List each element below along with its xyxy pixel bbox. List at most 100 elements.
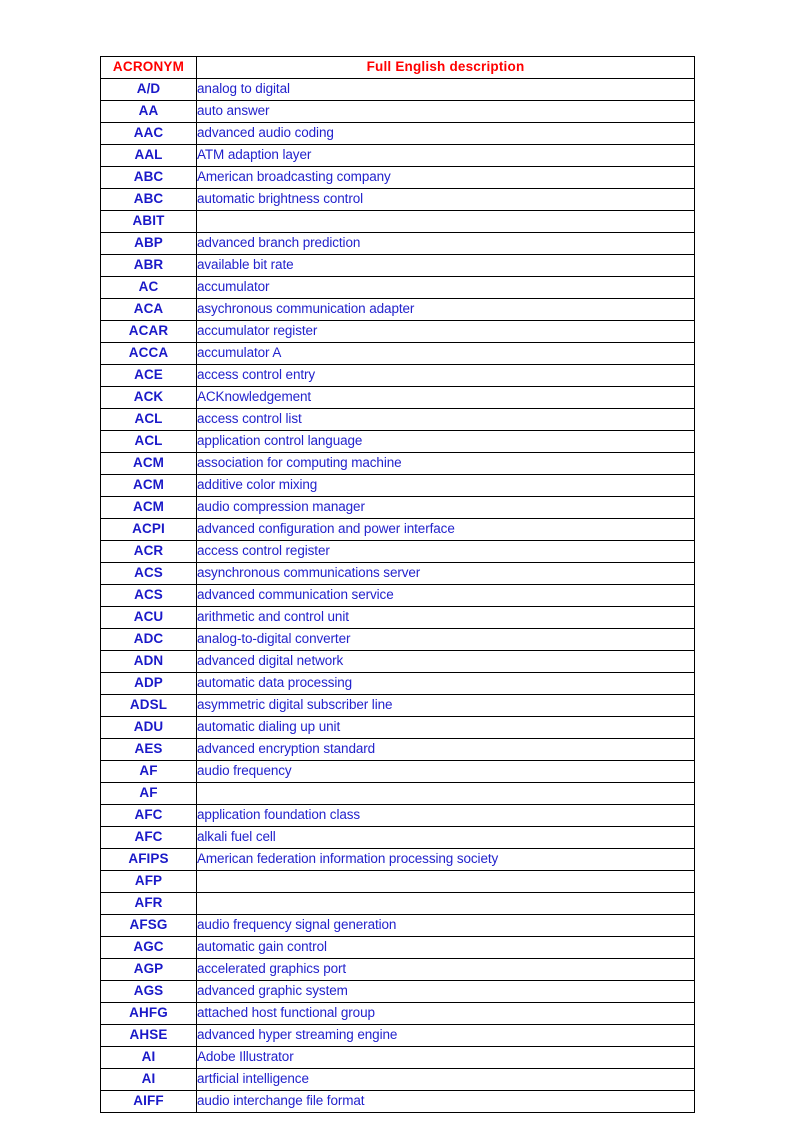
table-row: ACA asychronous communication adapter [100,298,695,321]
cell-description: accumulator [196,276,695,299]
cell-description: automatic brightness control [196,188,695,211]
table-body: A/D analog to digital AA auto answer AAC adva… [100,78,695,1113]
table-row: AC accumulator [100,276,695,299]
cell-acronym: ACM [100,474,197,497]
cell-acronym: AFR [100,892,197,915]
table-row: AFC application foundation class [100,804,695,827]
table-header-row: ACRONYM Full English description [100,56,695,79]
cell-description: advanced branch prediction [196,232,695,255]
cell-acronym: ABIT [100,210,197,233]
cell-description: available bit rate [196,254,695,277]
table-row: ACPI advanced configuration and power int… [100,518,695,541]
cell-acronym: ACK [100,386,197,409]
cell-acronym: AFC [100,826,197,849]
table-row: AFSG audio frequency signal generation [100,914,695,937]
cell-acronym: ABR [100,254,197,277]
table-row: ACU arithmetic and control unit [100,606,695,629]
cell-acronym: ADSL [100,694,197,717]
table-row: AAL ATM adaption layer [100,144,695,167]
cell-acronym: ADP [100,672,197,695]
table-row: ABC automatic brightness control [100,188,695,211]
cell-acronym: ACCA [100,342,197,365]
cell-description: analog-to-digital converter [196,628,695,651]
cell-description: accelerated graphics port [196,958,695,981]
cell-description: analog to digital [196,78,695,101]
table-row: ADP automatic data processing [100,672,695,695]
cell-acronym: AC [100,276,197,299]
cell-acronym: ACR [100,540,197,563]
cell-description: access control register [196,540,695,563]
table-row: ABR available bit rate [100,254,695,277]
table-row: AES advanced encryption standard [100,738,695,761]
cell-acronym: AGS [100,980,197,1003]
table-row: ADC analog-to-digital converter [100,628,695,651]
cell-acronym: ADC [100,628,197,651]
cell-acronym: AGP [100,958,197,981]
cell-acronym: AI [100,1046,197,1069]
cell-description: advanced hyper streaming engine [196,1024,695,1047]
table-row: AGP accelerated graphics port [100,958,695,981]
table-row: ACL application control language [100,430,695,453]
cell-acronym: ADU [100,716,197,739]
cell-acronym: AHSE [100,1024,197,1047]
cell-acronym: ADN [100,650,197,673]
cell-acronym: ACS [100,562,197,585]
table-row: ACR access control register [100,540,695,563]
table-row: AFIPS American federation information pro… [100,848,695,871]
table-row: AFC alkali fuel cell [100,826,695,849]
cell-acronym: A/D [100,78,197,101]
cell-description: American broadcasting company [196,166,695,189]
cell-description: American federation information processi… [196,848,695,871]
cell-acronym: ACAR [100,320,197,343]
cell-description: application foundation class [196,804,695,827]
cell-acronym: ACL [100,408,197,431]
cell-description: alkali fuel cell [196,826,695,849]
column-header-acronym: ACRONYM [100,56,197,79]
table-row: ACS asynchronous communications server [100,562,695,585]
cell-description: audio frequency signal generation [196,914,695,937]
table-row: ADSL asymmetric digital subscriber line [100,694,695,717]
table-row: AHSE advanced hyper streaming engine [100,1024,695,1047]
table-row: ACCA accumulator A [100,342,695,365]
cell-description: artficial intelligence [196,1068,695,1091]
cell-description: accumulator register [196,320,695,343]
cell-description [196,870,695,893]
cell-description: association for computing machine [196,452,695,475]
table-row: ADN advanced digital network [100,650,695,673]
cell-acronym: AFP [100,870,197,893]
column-header-description: Full English description [196,56,695,79]
cell-acronym: ABC [100,188,197,211]
cell-description: ACKnowledgement [196,386,695,409]
cell-description: Adobe Illustrator [196,1046,695,1069]
cell-acronym: AIFF [100,1090,197,1113]
table-row: AFR [100,892,695,915]
acronym-glossary-table: ACRONYM Full English description A/D anal… [100,56,695,1113]
table-row: AI Adobe Illustrator [100,1046,695,1069]
table-row: AF audio frequency [100,760,695,783]
cell-acronym: AFSG [100,914,197,937]
cell-acronym: AF [100,782,197,805]
table-row: ACM association for computing machine [100,452,695,475]
cell-acronym: AFIPS [100,848,197,871]
cell-description: automatic gain control [196,936,695,959]
cell-acronym: AA [100,100,197,123]
table-row: ACL access control list [100,408,695,431]
cell-acronym: AAC [100,122,197,145]
table-row: AA auto answer [100,100,695,123]
cell-description: advanced audio coding [196,122,695,145]
cell-description: advanced configuration and power interfa… [196,518,695,541]
cell-acronym: ACA [100,298,197,321]
table-row: AAC advanced audio coding [100,122,695,145]
table-row: ACS advanced communication service [100,584,695,607]
cell-description: additive color mixing [196,474,695,497]
cell-description [196,210,695,233]
cell-description [196,892,695,915]
cell-acronym: AAL [100,144,197,167]
table-row: ACM additive color mixing [100,474,695,497]
table-row: AGC automatic gain control [100,936,695,959]
table-row: ACK ACKnowledgement [100,386,695,409]
table-row: AF [100,782,695,805]
table-row: A/D analog to digital [100,78,695,101]
cell-acronym: AGC [100,936,197,959]
cell-description: accumulator A [196,342,695,365]
